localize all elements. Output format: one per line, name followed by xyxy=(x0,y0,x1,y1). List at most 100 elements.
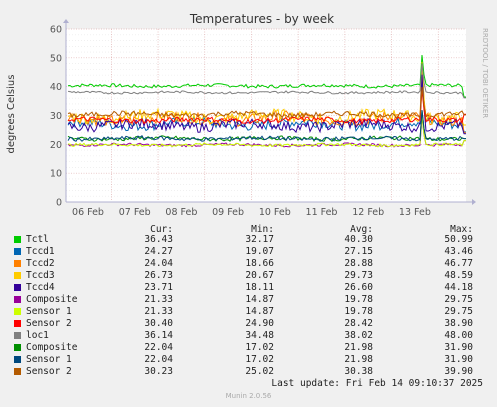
legend-row: Sensor 1 21.33 14.87 19.78 29.75 xyxy=(14,306,494,318)
legend-value-min: 14.87 xyxy=(245,294,274,305)
legend-value-avg: 21.98 xyxy=(344,354,373,365)
legend-value-max: 44.18 xyxy=(444,282,473,293)
y-tick-label: 40 xyxy=(50,82,62,93)
y-axis-arrow xyxy=(63,19,69,23)
legend-value-max: 48.59 xyxy=(444,270,473,281)
legend-value-min: 25.02 xyxy=(245,366,274,377)
legend-value-avg: 38.02 xyxy=(344,330,373,341)
legend-row: Tccd1 24.27 19.07 27.15 43.46 xyxy=(14,246,494,258)
legend-value-avg: 40.30 xyxy=(344,234,373,245)
x-axis-arrow xyxy=(472,199,476,205)
legend-series-name: Sensor 2 xyxy=(26,366,72,377)
legend-value-min: 34.48 xyxy=(245,330,274,341)
legend-value-cur: 36.14 xyxy=(144,330,173,341)
legend-series-name: Composite xyxy=(26,294,78,305)
legend-value-cur: 26.73 xyxy=(144,270,173,281)
legend-swatch xyxy=(14,332,21,339)
chart-title: Temperatures - by week xyxy=(189,12,334,26)
legend-series-name: Tccd4 xyxy=(26,282,55,293)
legend-series-name: Sensor 1 xyxy=(26,354,72,365)
legend-series-name: loc1 xyxy=(26,330,49,341)
legend-value-cur: 30.23 xyxy=(144,366,173,377)
legend-value-max: 29.75 xyxy=(444,306,473,317)
legend-row: Tccd2 24.04 18.66 28.88 46.77 xyxy=(14,258,494,270)
y-axis-label: degrees Celsius xyxy=(6,75,17,154)
legend-series-name: Tccd1 xyxy=(26,246,55,257)
legend-value-cur: 24.27 xyxy=(144,246,173,257)
legend-value-avg: 30.38 xyxy=(344,366,373,377)
legend-value-cur: 21.33 xyxy=(144,306,173,317)
legend-value-cur: 22.04 xyxy=(144,354,173,365)
legend-value-cur: 36.43 xyxy=(144,234,173,245)
last-update: Last update: Fri Feb 14 09:10:37 2025 xyxy=(271,378,483,389)
legend-value-avg: 19.78 xyxy=(344,306,373,317)
y-tick-label: 20 xyxy=(50,140,62,151)
legend-value-min: 20.67 xyxy=(245,270,274,281)
legend-series-name: Tctl xyxy=(26,234,49,245)
x-tick-label: 13 Feb xyxy=(399,207,431,215)
legend-swatch xyxy=(14,236,21,243)
x-tick-label: 07 Feb xyxy=(119,207,151,215)
legend-swatch xyxy=(14,248,21,255)
legend-series-name: Sensor 2 xyxy=(26,318,72,329)
legend-row: Composite 22.04 17.02 21.98 31.90 xyxy=(14,342,494,354)
legend-series-name: Tccd3 xyxy=(26,270,55,281)
legend-swatch xyxy=(14,320,21,327)
legend-row: loc1 36.14 34.48 38.02 48.00 xyxy=(14,330,494,342)
legend-value-min: 18.66 xyxy=(245,258,274,269)
x-tick-label: 08 Feb xyxy=(165,207,197,215)
legend-series-name: Sensor 1 xyxy=(26,306,72,317)
legend-value-avg: 19.78 xyxy=(344,294,373,305)
y-tick-label: 30 xyxy=(50,111,62,122)
legend-value-avg: 28.88 xyxy=(344,258,373,269)
legend-swatch xyxy=(14,356,21,363)
x-tick-label: 11 Feb xyxy=(306,207,338,215)
munin-graph: 0 10 20 30 40 50 60 06 Feb 07 Feb 08 Feb 09 Feb 10 … xyxy=(0,0,497,407)
legend-value-cur: 30.40 xyxy=(144,318,173,329)
y-tick-label: 10 xyxy=(50,169,62,180)
legend-value-max: 39.90 xyxy=(444,366,473,377)
legend-value-min: 24.90 xyxy=(245,318,274,329)
x-tick-label: 10 Feb xyxy=(259,207,291,215)
y-tick-label: 60 xyxy=(50,25,62,36)
legend-row: Composite 21.33 14.87 19.78 29.75 xyxy=(14,294,494,306)
legend-swatch xyxy=(14,368,21,375)
legend-row: Sensor 1 22.04 17.02 21.98 31.90 xyxy=(14,354,494,366)
legend-value-avg: 29.73 xyxy=(344,270,373,281)
legend-swatch xyxy=(14,284,21,291)
legend-value-max: 48.00 xyxy=(444,330,473,341)
x-tick-label: 06 Feb xyxy=(72,207,104,215)
legend-swatch xyxy=(14,344,21,351)
legend-value-avg: 27.15 xyxy=(344,246,373,257)
legend-value-avg: 28.42 xyxy=(344,318,373,329)
legend-value-min: 18.11 xyxy=(245,282,274,293)
legend-row: Sensor 2 30.40 24.90 28.42 38.90 xyxy=(14,318,494,330)
legend-swatch xyxy=(14,296,21,303)
y-tick-label: 50 xyxy=(50,53,62,64)
x-tick-label: 09 Feb xyxy=(212,207,244,215)
legend-series-name: Tccd2 xyxy=(26,258,55,269)
legend-value-min: 17.02 xyxy=(245,342,274,353)
legend-value-cur: 24.04 xyxy=(144,258,173,269)
legend-value-max: 50.99 xyxy=(444,234,473,245)
legend-value-min: 17.02 xyxy=(245,354,274,365)
legend-row: Sensor 2 30.23 25.02 30.38 39.90 xyxy=(14,366,494,378)
legend-row: Tccd4 23.71 18.11 26.60 44.18 xyxy=(14,282,494,294)
legend-value-min: 19.07 xyxy=(245,246,274,257)
temperature-chart: 0 10 20 30 40 50 60 06 Feb 07 Feb 08 Feb 09 Feb 10 … xyxy=(6,12,489,215)
legend-value-max: 38.90 xyxy=(444,318,473,329)
munin-version: Munin 2.0.56 xyxy=(225,392,272,400)
legend-value-min: 14.87 xyxy=(245,306,274,317)
legend-row: Tccd3 26.73 20.67 29.73 48.59 xyxy=(14,270,494,282)
legend-series-name: Composite xyxy=(26,342,78,353)
legend-swatch xyxy=(14,272,21,279)
legend-value-max: 46.77 xyxy=(444,258,473,269)
legend-value-max: 43.46 xyxy=(444,246,473,257)
legend-value-cur: 23.71 xyxy=(144,282,173,293)
legend-row: Tctl 36.43 32.17 40.30 50.99 xyxy=(14,234,494,246)
legend-swatch xyxy=(14,260,21,267)
legend-value-avg: 26.60 xyxy=(344,282,373,293)
legend-value-max: 29.75 xyxy=(444,294,473,305)
legend-value-avg: 21.98 xyxy=(344,342,373,353)
rrdtool-watermark: RRDTOOL / TOBI OETIKER xyxy=(481,28,489,118)
